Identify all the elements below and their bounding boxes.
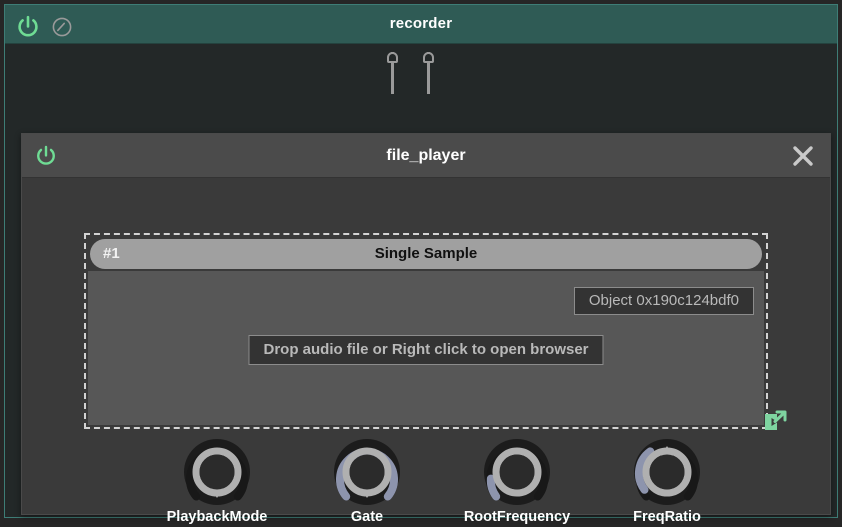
close-icon[interactable] <box>788 141 818 171</box>
knob-label: RootFrequency <box>463 509 571 525</box>
recorder-container: recorder file_player #1 Single Sample Ob… <box>4 4 838 525</box>
sample-name-label: Single Sample <box>374 245 478 262</box>
knob-row: PlaybackMode Gate RootFrequency FreqRati… <box>22 436 830 525</box>
knob-dial-gate[interactable] <box>331 436 403 508</box>
input-pin-1[interactable] <box>387 52 398 94</box>
module-header: file_player <box>22 134 830 178</box>
knob-dial-rootfrequency[interactable] <box>481 436 553 508</box>
expand-arrow-icon[interactable] <box>762 409 788 435</box>
sample-drop-area[interactable]: #1 Single Sample Object 0x190c124bdf0 Dr… <box>84 233 787 430</box>
plugin-editor-window: recorder file_player #1 Single Sample Ob… <box>0 0 842 527</box>
recorder-body: file_player #1 Single Sample Object 0x19… <box>5 44 837 525</box>
recorder-title: recorder <box>389 15 453 32</box>
knob-gate: Gate <box>287 436 447 525</box>
knob-dial-playbackmode[interactable] <box>181 436 253 508</box>
knob-label: FreqRatio <box>633 509 701 525</box>
object-id-label[interactable]: Object 0x190c124bdf0 <box>573 287 754 315</box>
knob-dial-freqratio[interactable] <box>631 436 703 508</box>
knob-playbackmode: PlaybackMode <box>137 436 297 525</box>
recorder-header: recorder <box>5 5 837 44</box>
knob-label: Gate <box>350 509 384 525</box>
knob-rootfrequency: RootFrequency <box>437 436 597 525</box>
file-player-module: file_player #1 Single Sample Object 0x19… <box>21 133 831 525</box>
module-body: #1 Single Sample Object 0x190c124bdf0 Dr… <box>22 178 830 525</box>
drop-audio-file-button[interactable]: Drop audio file or Right click to open b… <box>248 335 604 365</box>
knob-label: PlaybackMode <box>166 509 268 525</box>
input-pin-2[interactable] <box>423 52 434 94</box>
sample-slot-bar[interactable]: #1 Single Sample <box>90 239 762 269</box>
module-title: file_player <box>386 147 466 164</box>
sample-inner-panel: Object 0x190c124bdf0 Drop audio file or … <box>88 271 764 425</box>
knob-freqratio: FreqRatio <box>587 436 747 525</box>
